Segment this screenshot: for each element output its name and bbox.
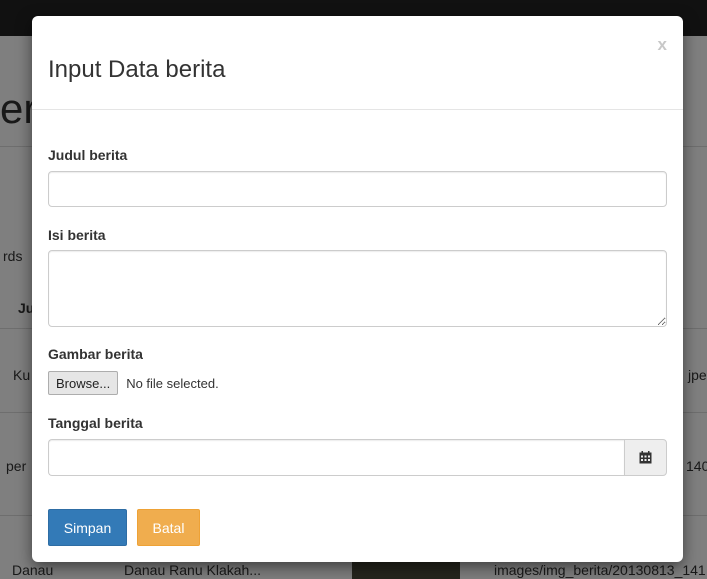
close-button[interactable]: x [658,35,667,55]
isi-berita-textarea[interactable] [48,250,667,327]
batal-button[interactable]: Batal [137,509,200,546]
isi-berita-label: Isi berita [48,227,106,243]
file-input[interactable]: Browse... No file selected. [48,371,219,395]
calendar-button[interactable] [624,439,667,476]
judul-berita-label: Judul berita [48,147,128,163]
judul-berita-input[interactable] [48,171,667,207]
input-berita-modal: Input Data berita x Judul berita Isi ber… [32,16,683,562]
browse-button[interactable]: Browse... [48,371,119,395]
tanggal-berita-label: Tanggal berita [48,415,143,431]
tanggal-berita-group [48,439,667,476]
simpan-button[interactable]: Simpan [48,509,127,546]
file-status: No file selected. [126,375,219,391]
modal-title: Input Data berita [48,56,226,83]
gambar-berita-label: Gambar berita [48,346,143,362]
calendar-icon [639,451,652,464]
modal-header: Input Data berita x [32,16,683,110]
tanggal-berita-input[interactable] [48,439,624,476]
